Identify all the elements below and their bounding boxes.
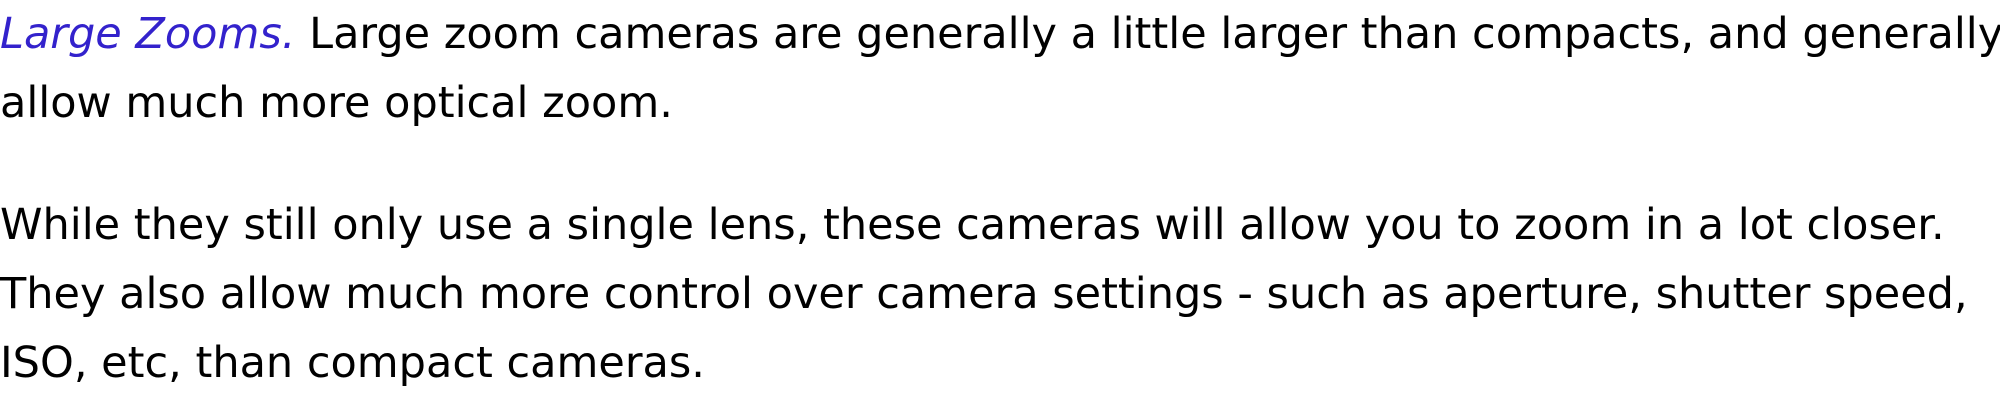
paragraph-line: They also allow much more control over c…: [0, 269, 1968, 319]
article-body: Large Zooms. Large zoom cameras are gene…: [0, 0, 2000, 398]
paragraph-line: Large Zooms. Large zoom cameras are gene…: [0, 0, 2000, 69]
paragraph-lens-control: While they still only use a single lens,…: [0, 191, 1990, 398]
paragraph-large-zooms: Large Zooms. Large zoom cameras are gene…: [0, 0, 2000, 138]
term-heading: Large Zooms: [0, 9, 282, 59]
paragraph-line: While they still only use a single lens,…: [0, 200, 1945, 250]
paragraph-line: allow much more optical zoom.: [0, 78, 673, 128]
paragraph-text: Large zoom cameras are generally a littl…: [295, 9, 2000, 59]
term-punctuation: .: [281, 9, 296, 59]
page: { "article": { "para1": { "term": "Large…: [0, 0, 2000, 406]
paragraph-line: ISO, etc, than compact cameras.: [0, 338, 705, 388]
